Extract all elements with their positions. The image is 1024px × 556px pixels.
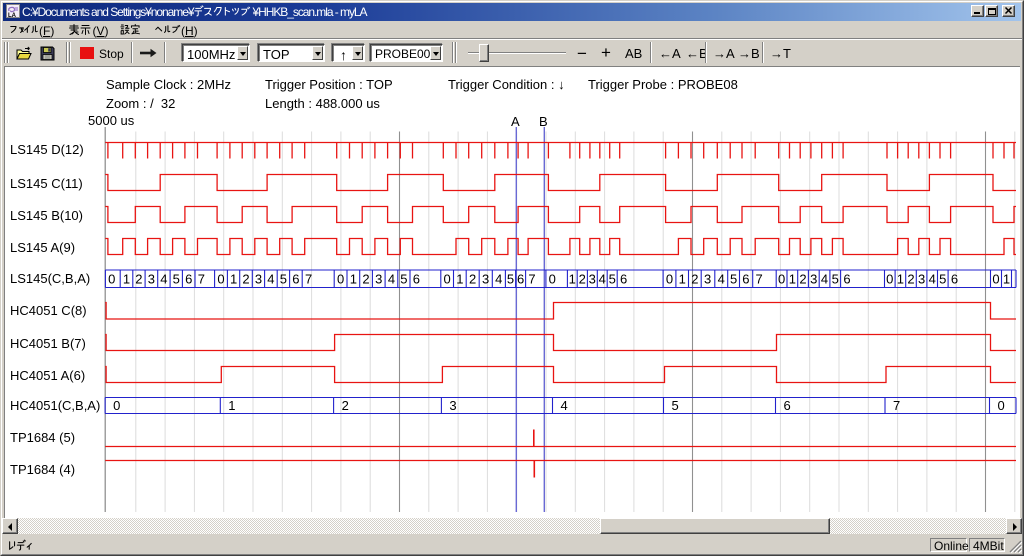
svg-text:1: 1 xyxy=(897,271,904,286)
svg-text:4: 4 xyxy=(599,271,606,286)
svg-text:5: 5 xyxy=(939,271,946,286)
svg-text:0: 0 xyxy=(113,398,120,413)
svg-text:6: 6 xyxy=(784,398,791,413)
svg-text:5: 5 xyxy=(832,271,839,286)
svg-text:4: 4 xyxy=(388,271,395,286)
svg-text:2: 2 xyxy=(342,398,349,413)
svg-text:5: 5 xyxy=(280,271,287,286)
svg-text:1: 1 xyxy=(456,271,463,286)
svg-text:5: 5 xyxy=(609,271,616,286)
svg-text:1: 1 xyxy=(123,271,130,286)
svg-text:5: 5 xyxy=(400,271,407,286)
svg-text:3: 3 xyxy=(918,271,925,286)
svg-text:1: 1 xyxy=(679,271,686,286)
svg-text:6: 6 xyxy=(843,271,850,286)
svg-text:2: 2 xyxy=(799,271,806,286)
svg-text:3: 3 xyxy=(482,271,489,286)
svg-text:3: 3 xyxy=(148,271,155,286)
svg-text:0: 0 xyxy=(998,398,1005,413)
svg-text:6: 6 xyxy=(620,271,627,286)
svg-text:4: 4 xyxy=(160,271,167,286)
svg-text:4: 4 xyxy=(267,271,274,286)
svg-text:2: 2 xyxy=(135,271,142,286)
svg-text:3: 3 xyxy=(589,271,596,286)
svg-text:1: 1 xyxy=(1003,271,1010,286)
svg-text:4: 4 xyxy=(561,398,568,413)
svg-text:6: 6 xyxy=(951,271,958,286)
svg-text:7: 7 xyxy=(198,271,205,286)
svg-text:6: 6 xyxy=(413,271,420,286)
svg-text:7: 7 xyxy=(893,398,900,413)
svg-text:3: 3 xyxy=(810,271,817,286)
svg-text:1: 1 xyxy=(569,271,576,286)
svg-text:2: 2 xyxy=(242,271,249,286)
svg-text:1: 1 xyxy=(230,271,237,286)
svg-text:5: 5 xyxy=(730,271,737,286)
svg-text:1: 1 xyxy=(789,271,796,286)
svg-text:3: 3 xyxy=(449,398,456,413)
svg-text:6: 6 xyxy=(185,271,192,286)
svg-text:3: 3 xyxy=(255,271,262,286)
svg-text:2: 2 xyxy=(362,271,369,286)
svg-text:5: 5 xyxy=(507,271,514,286)
svg-text:2: 2 xyxy=(469,271,476,286)
svg-text:0: 0 xyxy=(337,271,344,286)
svg-text:7: 7 xyxy=(528,271,535,286)
svg-text:5: 5 xyxy=(173,271,180,286)
svg-text:0: 0 xyxy=(549,271,556,286)
svg-text:4: 4 xyxy=(495,271,502,286)
svg-text:7: 7 xyxy=(755,271,762,286)
svg-text:6: 6 xyxy=(292,271,299,286)
svg-text:3: 3 xyxy=(375,271,382,286)
svg-text:2: 2 xyxy=(907,271,914,286)
svg-text:0: 0 xyxy=(778,271,785,286)
svg-text:0: 0 xyxy=(666,271,673,286)
svg-text:0: 0 xyxy=(217,271,224,286)
svg-text:1: 1 xyxy=(350,271,357,286)
svg-text:0: 0 xyxy=(992,271,999,286)
svg-text:0: 0 xyxy=(886,271,893,286)
svg-text:0: 0 xyxy=(108,271,115,286)
svg-text:2: 2 xyxy=(579,271,586,286)
svg-text:1: 1 xyxy=(228,398,235,413)
svg-text:2: 2 xyxy=(691,271,698,286)
svg-text:6: 6 xyxy=(742,271,749,286)
svg-text:4: 4 xyxy=(718,271,725,286)
svg-text:7: 7 xyxy=(305,271,312,286)
svg-text:5: 5 xyxy=(672,398,679,413)
svg-text:0: 0 xyxy=(443,271,450,286)
svg-text:3: 3 xyxy=(704,271,711,286)
svg-text:4: 4 xyxy=(821,271,828,286)
svg-text:4: 4 xyxy=(929,271,936,286)
svg-text:6: 6 xyxy=(517,271,524,286)
